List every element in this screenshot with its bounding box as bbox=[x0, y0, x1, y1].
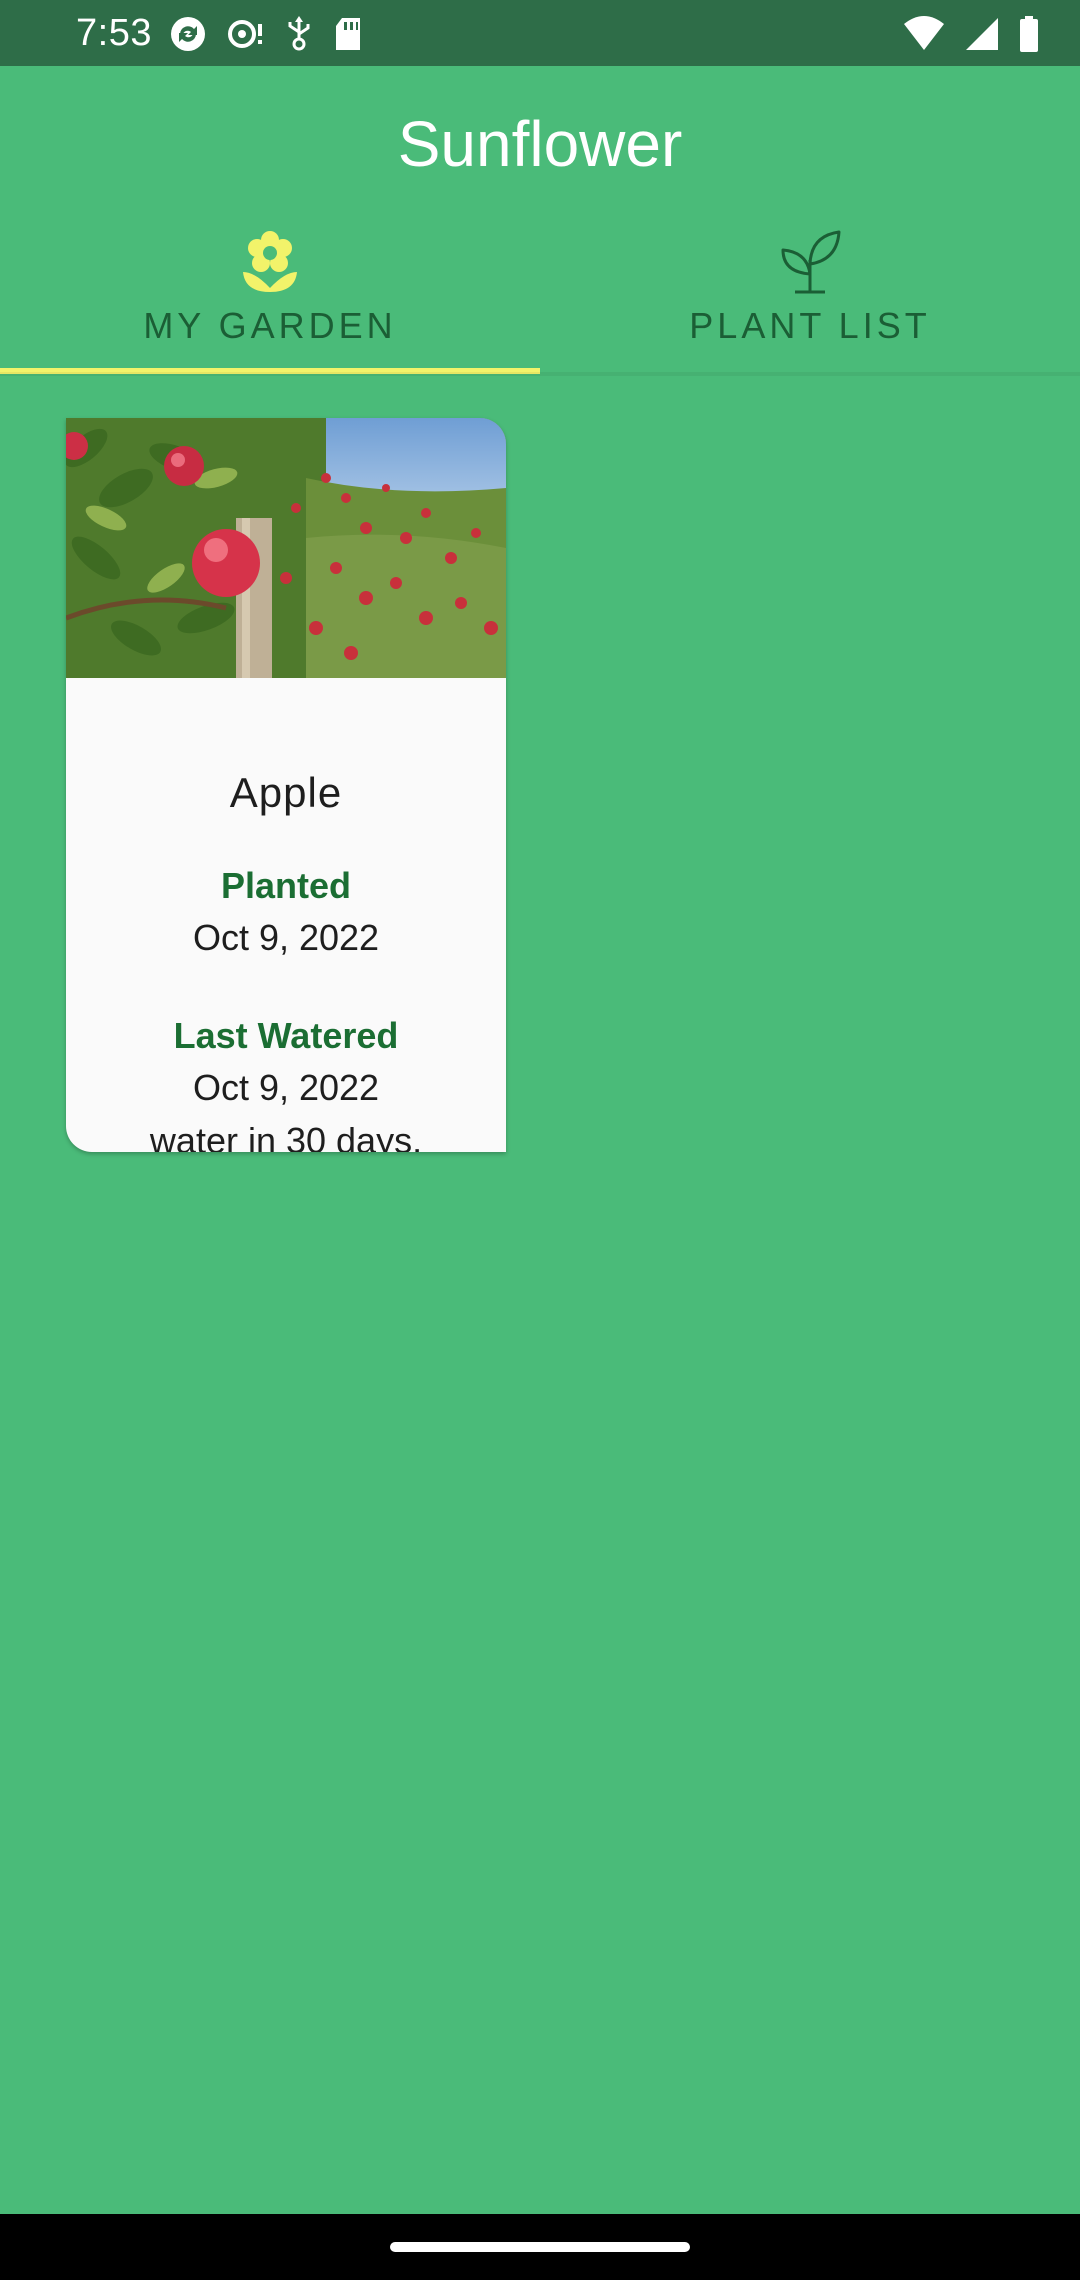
apple-tree-photo bbox=[66, 418, 506, 678]
plant-name: Apple bbox=[229, 769, 343, 816]
status-notification-icons bbox=[168, 14, 364, 54]
status-system-icons bbox=[902, 14, 1040, 54]
status-bar: 7:53 bbox=[0, 0, 1080, 66]
flower-icon bbox=[235, 226, 305, 296]
garden-list: Apple Planted Oct 9, 2022 Last Watered O… bbox=[0, 374, 1080, 2214]
last-watered-label: Last Watered bbox=[173, 1015, 399, 1056]
tab-plant-list[interactable]: PLANT LIST bbox=[540, 216, 1080, 374]
plant-card-apple[interactable]: Apple Planted Oct 9, 2022 Last Watered O… bbox=[66, 418, 506, 1152]
sd-card-icon bbox=[332, 14, 364, 54]
tab-my-garden[interactable]: MY GARDEN bbox=[0, 216, 540, 374]
app-bar: Sunflower MY GARDEN PLANT LIST bbox=[0, 66, 1080, 376]
last-watered-date: Oct 9, 2022 bbox=[192, 1067, 380, 1108]
water-interval-text: water in 30 days. bbox=[149, 1120, 423, 1152]
location-alert-icon bbox=[226, 14, 266, 54]
signal-icon bbox=[964, 14, 1000, 54]
wifi-icon bbox=[902, 14, 946, 54]
home-gesture-handle[interactable] bbox=[390, 2242, 690, 2252]
navigation-bar bbox=[0, 2214, 1080, 2280]
planted-label: Planted bbox=[220, 865, 352, 906]
tab-plant-list-label: PLANT LIST bbox=[689, 305, 931, 346]
sprout-icon bbox=[775, 226, 845, 296]
planted-date: Oct 9, 2022 bbox=[192, 917, 380, 958]
status-time: 7:53 bbox=[76, 12, 152, 54]
usb-icon bbox=[284, 14, 314, 54]
sync-app-icon bbox=[168, 14, 208, 54]
battery-icon bbox=[1018, 14, 1040, 54]
app-title: Sunflower bbox=[397, 108, 683, 180]
tab-my-garden-label: MY GARDEN bbox=[143, 305, 397, 346]
